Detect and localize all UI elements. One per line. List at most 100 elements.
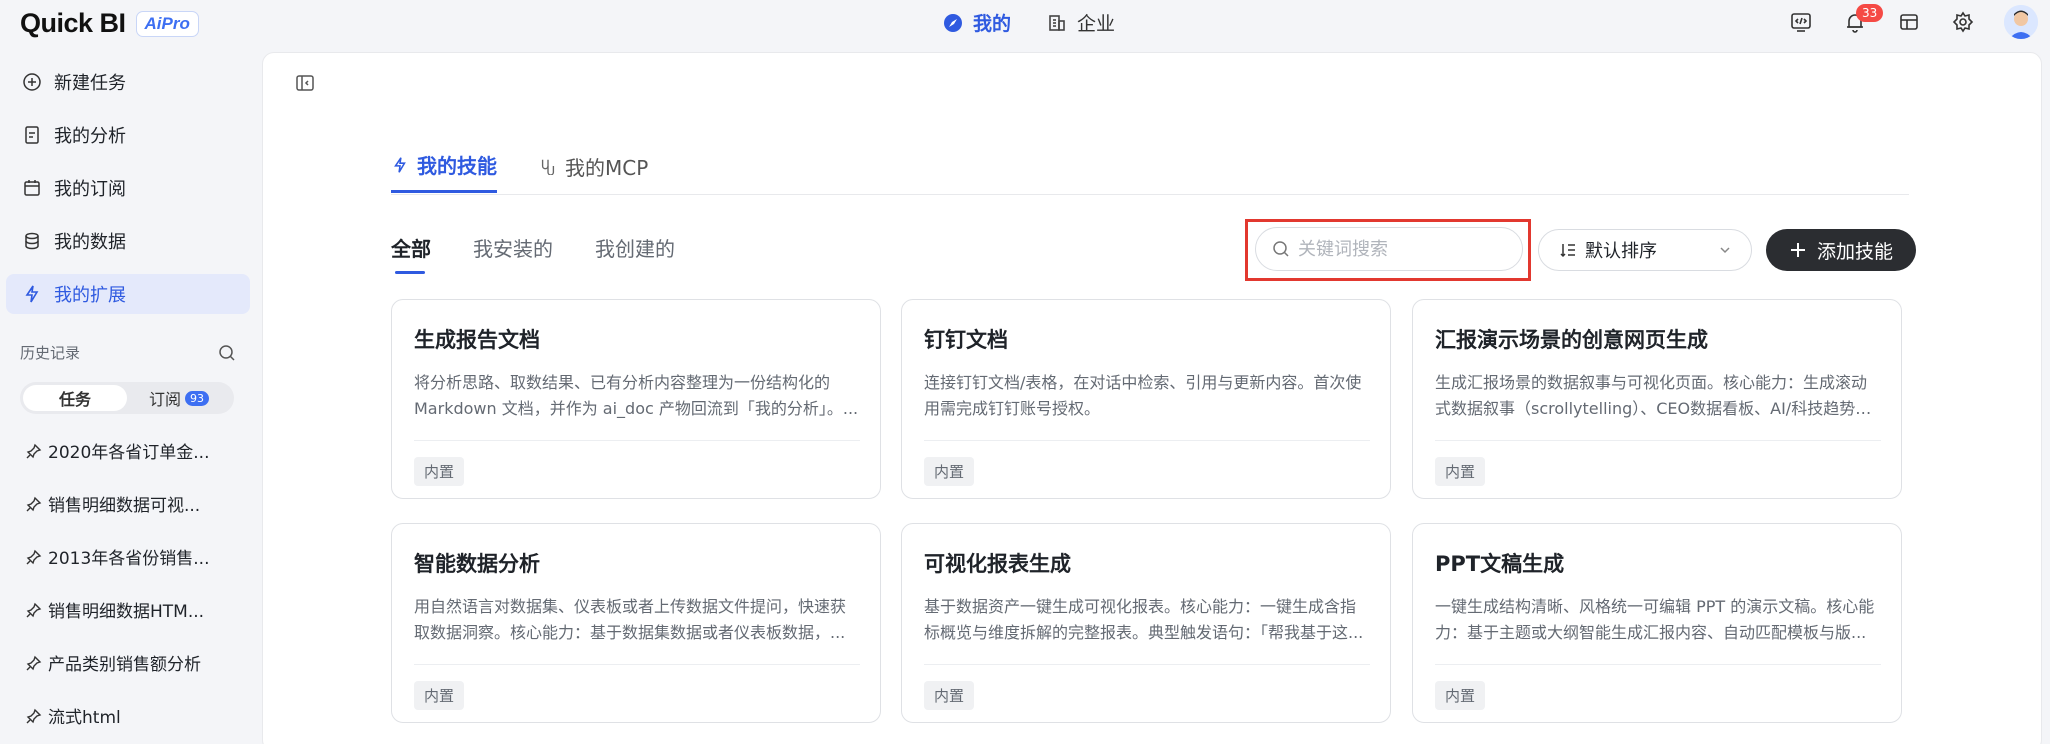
sidebar-item-label: 新建任务: [54, 73, 126, 94]
app-logo[interactable]: Quick BI AiPro: [20, 8, 199, 39]
pin-icon: [26, 602, 42, 617]
pin-icon: [26, 496, 42, 511]
gear-icon: [1952, 11, 1974, 33]
sidebar-item-label: 我的分析: [54, 126, 126, 147]
card-divider: [1435, 664, 1881, 665]
sidebar-toggle-icon: [296, 75, 314, 91]
top-header: Quick BI AiPro 我的 企业 33: [0, 0, 2050, 46]
skill-card-title: 生成报告文档: [414, 328, 540, 352]
segment-task[interactable]: 任务: [23, 385, 127, 411]
sort-select-label: 默认排序: [1585, 241, 1657, 262]
segment-subscribe[interactable]: 订阅 93: [127, 385, 231, 411]
tab-my-mcp[interactable]: 我的MCP: [539, 145, 648, 193]
skill-card[interactable]: 生成报告文档 将分析思路、取数结果、已有分析内容整理为一份结构化的 Markdo…: [391, 299, 881, 499]
user-avatar[interactable]: [2004, 5, 2038, 39]
developer-button[interactable]: [1788, 9, 1814, 35]
filter-installed[interactable]: 我安装的: [473, 233, 553, 273]
skill-card-description: 基于数据资产一键生成可视化报表。核心能力：一键生成含指标概览与维度拆解的完整报表…: [924, 597, 1364, 642]
top-nav: 我的 企业: [943, 9, 1115, 36]
skill-card[interactable]: 可视化报表生成 基于数据资产一键生成可视化报表。核心能力：一键生成含指标概览与维…: [901, 523, 1391, 723]
history-item-label: 2020年各省订单金...: [48, 443, 210, 463]
filter-tabs: 全部 我安装的 我创建的: [391, 233, 675, 274]
chevron-down-icon: [1720, 247, 1730, 254]
search-box[interactable]: [1255, 227, 1523, 271]
pin-icon: [26, 443, 42, 458]
collapse-sidebar-button[interactable]: [295, 73, 315, 97]
top-nav-mine[interactable]: 我的: [943, 9, 1011, 36]
skill-card-description: 生成汇报场景的数据叙事与可视化页面。核心能力：生成滚动式数据叙事（scrolly…: [1435, 373, 1868, 418]
pin-icon: [26, 655, 42, 670]
history-item[interactable]: 2020年各省订单金...: [26, 438, 246, 463]
card-divider: [1435, 440, 1881, 441]
lightning-icon: [394, 156, 406, 173]
plus-chat-icon: [23, 73, 41, 91]
history-item-label: 流式html: [48, 708, 121, 728]
history-item[interactable]: 2013年各省份销售...: [26, 544, 246, 569]
skill-card[interactable]: PPT文稿生成 一键生成结构清晰、风格统一可编辑 PPT 的演示文稿。核心能力：…: [1412, 523, 1902, 723]
settings-button[interactable]: [1950, 9, 1976, 35]
sidebar-item-my-analysis[interactable]: 我的分析: [6, 115, 250, 155]
code-window-icon: [1791, 13, 1811, 32]
tab-my-skills[interactable]: 我的技能: [391, 145, 497, 193]
search-input[interactable]: [1298, 238, 1498, 260]
history-item[interactable]: 流式html: [26, 703, 246, 728]
history-item-label: 销售明细数据可视...: [48, 496, 201, 516]
skill-card-description: 连接钉钉文档/表格，在对话中检索、引用与更新内容。首次使用需完成钉钉账号授权。: [924, 373, 1362, 418]
subscribe-count-badge: 93: [185, 390, 209, 406]
segment-subscribe-label: 订阅: [148, 390, 181, 409]
pin-icon: [26, 549, 42, 564]
skill-card[interactable]: 智能数据分析 用自然语言对数据集、仪表板或者上传数据文件提问，快速获取数据洞察。…: [391, 523, 881, 723]
history-item[interactable]: 销售明细数据可视...: [26, 491, 246, 516]
layout-button[interactable]: [1896, 9, 1922, 35]
skill-card-tag: 内置: [924, 681, 975, 710]
plus-icon: [1790, 243, 1805, 257]
lightning-icon: [25, 285, 39, 303]
sidebar: 新建任务 我的分析 我的订阅 我的数据 我的扩展 历史记录 任务 订阅 93 2…: [0, 56, 260, 744]
add-skill-button[interactable]: 添加技能: [1766, 229, 1916, 271]
history-item[interactable]: 销售明细数据HTM...: [26, 597, 246, 622]
filter-all[interactable]: 全部: [391, 233, 431, 274]
logo-badge: AiPro: [135, 10, 199, 37]
document-icon: [25, 126, 39, 144]
history-item-label: 2013年各省份销售...: [48, 549, 210, 569]
notification-button[interactable]: 33: [1842, 4, 1884, 35]
database-icon: [25, 232, 39, 250]
skill-card-description: 用自然语言对数据集、仪表板或者上传数据文件提问，快速获取数据洞察。核心能力：基于…: [414, 597, 847, 642]
sidebar-item-my-extensions[interactable]: 我的扩展: [6, 274, 250, 314]
skill-card-description: 将分析思路、取数结果、已有分析内容整理为一份结构化的 Markdown 文档，并…: [414, 373, 859, 418]
card-divider: [414, 664, 860, 665]
sidebar-item-new-task[interactable]: 新建任务: [6, 62, 250, 102]
skill-card[interactable]: 钉钉文档 连接钉钉文档/表格，在对话中检索、引用与更新内容。首次使用需完成钉钉账…: [901, 299, 1391, 499]
card-divider: [924, 664, 1370, 665]
history-item-label: 产品类别销售额分析: [48, 655, 201, 675]
calendar-icon: [24, 180, 40, 196]
filter-created[interactable]: 我创建的: [595, 233, 675, 273]
skill-card-tag: 内置: [1435, 457, 1486, 486]
main-panel: 我的技能 我的MCP 全部 我安装的 我创建的 默认排序 添加技能 生成报告文档…: [262, 52, 2042, 744]
top-nav-enterprise-label: 企业: [1077, 13, 1116, 35]
tab-my-mcp-label: 我的MCP: [565, 155, 649, 180]
skill-card-title: PPT文稿生成: [1435, 552, 1565, 576]
skill-card-description: 一键生成结构清晰、风格统一可编辑 PPT 的演示文稿。核心能力：基于主题或大纲智…: [1435, 597, 1875, 642]
top-nav-mine-label: 我的: [973, 13, 1012, 35]
history-segment-control: 任务 订阅 93: [20, 382, 234, 414]
skill-card-title: 钉钉文档: [924, 328, 1008, 352]
history-title: 历史记录: [20, 344, 81, 362]
skill-card-title: 智能数据分析: [414, 552, 540, 576]
sidebar-item-my-subscription[interactable]: 我的订阅: [6, 168, 250, 208]
skill-card-title: 汇报演示场景的创意网页生成: [1435, 328, 1708, 352]
notification-count-badge: 33: [1856, 4, 1884, 22]
history-item[interactable]: 产品类别销售额分析: [26, 650, 246, 675]
segment-task-label: 任务: [58, 390, 91, 409]
sort-select[interactable]: 默认排序: [1538, 229, 1752, 271]
skill-card-tag: 内置: [924, 457, 975, 486]
layout-panel-icon: [1900, 14, 1918, 30]
top-nav-enterprise[interactable]: 企业: [1047, 9, 1115, 36]
sidebar-item-label: 我的数据: [54, 232, 126, 253]
sidebar-item-label: 我的扩展: [54, 285, 126, 306]
search-icon[interactable]: [218, 344, 236, 362]
sidebar-item-my-data[interactable]: 我的数据: [6, 221, 250, 261]
skill-card-tag: 内置: [414, 457, 465, 486]
sidebar-item-label: 我的订阅: [54, 179, 126, 200]
skill-card[interactable]: 汇报演示场景的创意网页生成 生成汇报场景的数据叙事与可视化页面。核心能力：生成滚…: [1412, 299, 1902, 499]
